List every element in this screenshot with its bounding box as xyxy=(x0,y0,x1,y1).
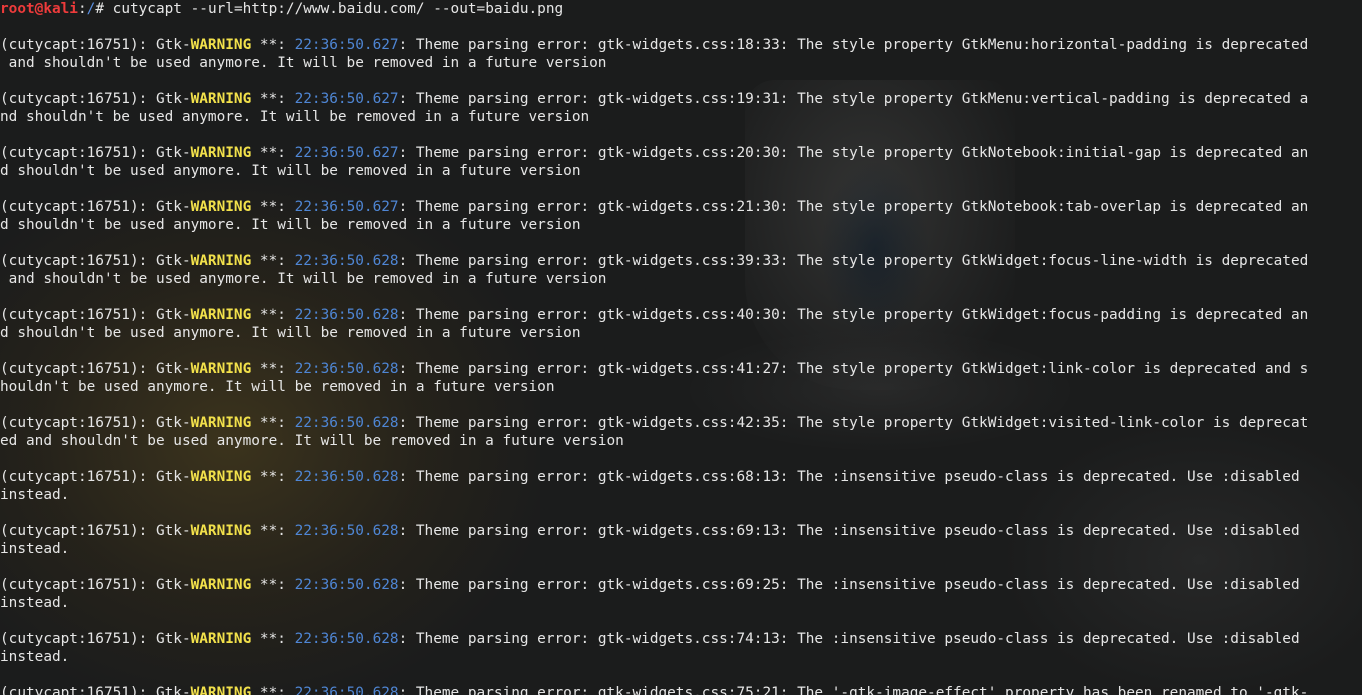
log-line-continuation: d shouldn't be used anymore. It will be … xyxy=(0,325,581,341)
log-source: (cutycapt:16751): Gtk- xyxy=(0,37,191,53)
log-source: (cutycapt:16751): Gtk- xyxy=(0,361,191,377)
log-source: (cutycapt:16751): Gtk- xyxy=(0,685,191,695)
log-line: (cutycapt:16751): Gtk-WARNING **: 22:36:… xyxy=(0,522,1300,540)
terminal-output[interactable]: root@kali:/# cutycapt --url=http://www.b… xyxy=(0,0,1362,695)
log-stars: **: xyxy=(251,253,295,269)
log-level: WARNING xyxy=(190,415,252,431)
log-message: : Theme parsing error: gtk-widgets.css:4… xyxy=(398,307,1309,323)
log-level: WARNING xyxy=(190,577,252,593)
log-stars: **: xyxy=(251,145,295,161)
log-stars: **: xyxy=(251,415,295,431)
log-source: (cutycapt:16751): Gtk- xyxy=(0,415,191,431)
log-level: WARNING xyxy=(190,469,252,485)
log-source: (cutycapt:16751): Gtk- xyxy=(0,145,191,161)
log-timestamp: 22:36:50.628 xyxy=(294,685,399,695)
log-line-continuation: ed and shouldn't be used anymore. It wil… xyxy=(0,433,624,449)
log-message: : Theme parsing error: gtk-widgets.css:4… xyxy=(398,415,1309,431)
log-stars: **: xyxy=(251,307,295,323)
log-line-continuation: houldn't be used anymore. It will be rem… xyxy=(0,379,555,395)
log-level: WARNING xyxy=(190,631,252,647)
log-timestamp: 22:36:50.628 xyxy=(294,577,399,593)
log-line: (cutycapt:16751): Gtk-WARNING **: 22:36:… xyxy=(0,684,1308,695)
log-source: (cutycapt:16751): Gtk- xyxy=(0,631,191,647)
log-timestamp: 22:36:50.627 xyxy=(294,37,399,53)
log-message: : Theme parsing error: gtk-widgets.css:6… xyxy=(398,577,1300,593)
log-line-continuation: instead. xyxy=(0,541,70,557)
log-stars: **: xyxy=(251,685,295,695)
log-message: : Theme parsing error: gtk-widgets.css:6… xyxy=(398,469,1300,485)
prompt-symbol: # xyxy=(95,1,113,17)
log-source: (cutycapt:16751): Gtk- xyxy=(0,253,191,269)
log-timestamp: 22:36:50.628 xyxy=(294,523,399,539)
log-line: (cutycapt:16751): Gtk-WARNING **: 22:36:… xyxy=(0,198,1308,216)
log-line: (cutycapt:16751): Gtk-WARNING **: 22:36:… xyxy=(0,252,1308,270)
log-line: (cutycapt:16751): Gtk-WARNING **: 22:36:… xyxy=(0,360,1308,378)
log-level: WARNING xyxy=(190,145,252,161)
log-level: WARNING xyxy=(190,253,252,269)
log-timestamp: 22:36:50.627 xyxy=(294,91,399,107)
log-level: WARNING xyxy=(190,307,252,323)
log-line-continuation: and shouldn't be used anymore. It will b… xyxy=(0,271,607,287)
log-line: (cutycapt:16751): Gtk-WARNING **: 22:36:… xyxy=(0,90,1308,108)
log-stars: **: xyxy=(251,523,295,539)
log-stars: **: xyxy=(251,469,295,485)
log-stars: **: xyxy=(251,361,295,377)
log-message: : Theme parsing error: gtk-widgets.css:4… xyxy=(398,361,1309,377)
log-source: (cutycapt:16751): Gtk- xyxy=(0,577,191,593)
log-stars: **: xyxy=(251,631,295,647)
log-timestamp: 22:36:50.628 xyxy=(294,415,399,431)
log-line-continuation: d shouldn't be used anymore. It will be … xyxy=(0,217,581,233)
log-timestamp: 22:36:50.628 xyxy=(294,631,399,647)
log-level: WARNING xyxy=(190,685,252,695)
prompt-user-host: root@kali xyxy=(0,1,78,17)
log-level: WARNING xyxy=(190,199,252,215)
log-line: (cutycapt:16751): Gtk-WARNING **: 22:36:… xyxy=(0,630,1300,648)
log-timestamp: 22:36:50.627 xyxy=(294,145,399,161)
log-stars: **: xyxy=(251,199,295,215)
log-line: (cutycapt:16751): Gtk-WARNING **: 22:36:… xyxy=(0,36,1308,54)
command-prompt-line: root@kali:/# cutycapt --url=http://www.b… xyxy=(0,0,563,18)
log-source: (cutycapt:16751): Gtk- xyxy=(0,307,191,323)
log-level: WARNING xyxy=(190,37,252,53)
log-timestamp: 22:36:50.627 xyxy=(294,199,399,215)
log-timestamp: 22:36:50.628 xyxy=(294,253,399,269)
log-line-continuation: instead. xyxy=(0,595,70,611)
log-message: : Theme parsing error: gtk-widgets.css:1… xyxy=(398,91,1309,107)
log-message: : Theme parsing error: gtk-widgets.css:2… xyxy=(398,145,1309,161)
log-source: (cutycapt:16751): Gtk- xyxy=(0,523,191,539)
log-level: WARNING xyxy=(190,361,252,377)
prompt-separator: : xyxy=(77,1,87,17)
log-line: (cutycapt:16751): Gtk-WARNING **: 22:36:… xyxy=(0,576,1300,594)
log-line: (cutycapt:16751): Gtk-WARNING **: 22:36:… xyxy=(0,306,1308,324)
log-stars: **: xyxy=(251,91,295,107)
log-message: : Theme parsing error: gtk-widgets.css:7… xyxy=(398,685,1309,695)
log-line: (cutycapt:16751): Gtk-WARNING **: 22:36:… xyxy=(0,468,1300,486)
log-level: WARNING xyxy=(190,91,252,107)
log-line-continuation: and shouldn't be used anymore. It will b… xyxy=(0,55,607,71)
log-line-continuation: nd shouldn't be used anymore. It will be… xyxy=(0,109,590,125)
log-level: WARNING xyxy=(190,523,252,539)
log-timestamp: 22:36:50.628 xyxy=(294,307,399,323)
log-timestamp: 22:36:50.628 xyxy=(294,361,399,377)
log-line-continuation: d shouldn't be used anymore. It will be … xyxy=(0,163,581,179)
log-timestamp: 22:36:50.628 xyxy=(294,469,399,485)
log-stars: **: xyxy=(251,37,295,53)
log-source: (cutycapt:16751): Gtk- xyxy=(0,91,191,107)
log-line: (cutycapt:16751): Gtk-WARNING **: 22:36:… xyxy=(0,414,1308,432)
log-line-continuation: instead. xyxy=(0,487,70,503)
log-source: (cutycapt:16751): Gtk- xyxy=(0,199,191,215)
log-stars: **: xyxy=(251,577,295,593)
log-line-continuation: instead. xyxy=(0,649,70,665)
log-source: (cutycapt:16751): Gtk- xyxy=(0,469,191,485)
log-message: : Theme parsing error: gtk-widgets.css:6… xyxy=(398,523,1300,539)
log-message: : Theme parsing error: gtk-widgets.css:3… xyxy=(398,253,1309,269)
prompt-command: cutycapt --url=http://www.baidu.com/ --o… xyxy=(112,1,564,17)
log-message: : Theme parsing error: gtk-widgets.css:7… xyxy=(398,631,1300,647)
log-line: (cutycapt:16751): Gtk-WARNING **: 22:36:… xyxy=(0,144,1308,162)
log-message: : Theme parsing error: gtk-widgets.css:1… xyxy=(398,37,1309,53)
log-message: : Theme parsing error: gtk-widgets.css:2… xyxy=(398,199,1309,215)
